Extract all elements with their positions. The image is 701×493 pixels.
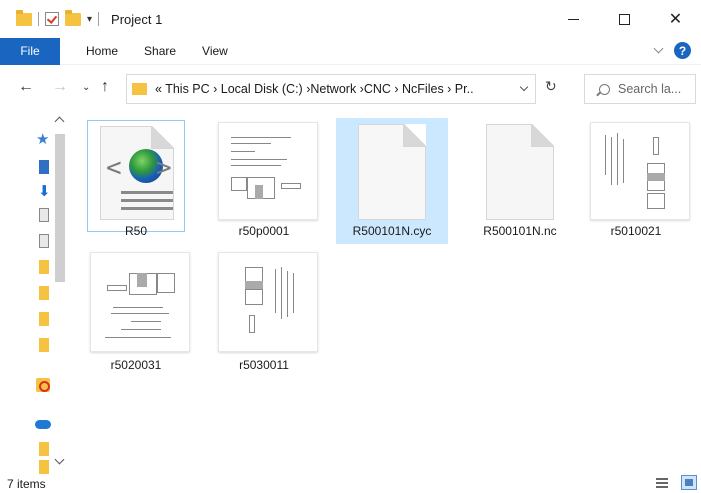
file-name: R500101N.cyc (352, 224, 432, 238)
file-name: r5010021 (610, 224, 662, 238)
recent-locations-icon[interactable]: ⌄ (82, 82, 90, 93)
new-folder-icon[interactable] (65, 9, 81, 26)
forward-arrow-icon[interactable]: → (52, 78, 68, 96)
details-view-icon[interactable] (654, 475, 670, 490)
tab-view[interactable]: View (202, 44, 228, 58)
search-placeholder: Search la... (618, 82, 682, 96)
drawing-thumbnail (218, 252, 318, 352)
window-title: Project 1 (111, 11, 163, 27)
folder-icon[interactable] (39, 460, 49, 474)
window-controls: ✕ (548, 0, 701, 38)
large-icons-view-icon[interactable] (681, 475, 697, 490)
file-name: r50p0001 (238, 224, 290, 238)
customize-dropdown-icon[interactable]: ▾ (87, 14, 92, 25)
refresh-icon[interactable]: ↻ (545, 78, 557, 95)
expand-ribbon-icon[interactable] (653, 43, 664, 54)
minimize-icon (568, 18, 579, 20)
maximize-icon (619, 13, 630, 25)
drawing-thumbnail (90, 252, 190, 352)
chevron-left-icon: < (106, 153, 122, 183)
close-button[interactable]: ✕ (650, 0, 701, 38)
folder-icon (132, 83, 147, 95)
file-item[interactable]: R500101N.nc (464, 112, 576, 242)
scroll-down-icon[interactable] (54, 454, 65, 465)
back-arrow-icon[interactable]: ← (18, 78, 34, 96)
address-dropdown-icon[interactable] (519, 82, 529, 92)
file-name: R500101N.nc (483, 224, 557, 238)
file-name: R50 (124, 224, 147, 238)
onedrive-icon[interactable] (35, 420, 51, 429)
up-arrow-icon[interactable]: ↑ (101, 78, 109, 96)
divider (38, 12, 39, 26)
search-icon (599, 83, 610, 95)
divider (98, 12, 100, 26)
desktop-icon[interactable] (39, 160, 49, 174)
title-bar: ▾ Project 1 ✕ (0, 0, 701, 38)
ribbon: File Home Share View ? (0, 37, 701, 65)
html-file-icon: < > (100, 126, 174, 220)
file-item[interactable]: r5020031 (80, 246, 192, 376)
chevron-right-icon: > (156, 153, 172, 183)
file-item-selected[interactable]: R500101N.cyc (336, 118, 448, 244)
folder-icon[interactable] (39, 286, 49, 300)
file-item[interactable]: < > R50 (80, 112, 192, 242)
blank-file-icon (486, 124, 554, 220)
documents-icon[interactable] (39, 208, 49, 222)
pictures-icon[interactable] (39, 234, 49, 248)
help-icon[interactable]: ? (674, 42, 691, 59)
tab-file[interactable]: File (0, 37, 60, 65)
drawing-thumbnail (218, 122, 318, 220)
blank-file-icon (358, 124, 426, 220)
folder-icon (16, 9, 32, 26)
downloads-icon[interactable]: ⬇ (38, 182, 51, 200)
address-bar[interactable]: « This PC › Local Disk (C:) ›Network ›CN… (126, 74, 536, 104)
file-list: < > R50 r50p0001 R500101N.cyc R500101N.n… (80, 112, 700, 472)
navigation-row: ← → ⌄ ↑ « This PC › Local Disk (C:) ›Net… (0, 72, 701, 104)
close-icon: ✕ (668, 11, 683, 28)
tab-share[interactable]: Share (144, 44, 176, 58)
file-explorer-window: ▾ Project 1 ✕ File Home Share View ? ← →… (0, 0, 701, 493)
file-item[interactable]: r5010021 (580, 112, 692, 242)
navigation-scrollbar[interactable] (52, 112, 68, 470)
ribbon-right: ? (653, 42, 691, 59)
minimize-button[interactable] (548, 0, 599, 38)
scrollbar-thumb[interactable] (55, 134, 65, 282)
file-name: r5020031 (110, 358, 162, 372)
quick-access-toolbar: ▾ (0, 9, 100, 26)
breadcrumb[interactable]: « This PC › Local Disk (C:) ›Network ›CN… (155, 82, 474, 96)
folder-icon[interactable] (39, 260, 49, 274)
folder-icon[interactable] (39, 338, 49, 352)
file-item[interactable]: r5030011 (208, 246, 320, 376)
tab-home[interactable]: Home (86, 44, 118, 58)
folder-icon[interactable] (39, 442, 49, 456)
folder-icon[interactable] (39, 312, 49, 326)
file-item[interactable]: r50p0001 (208, 112, 320, 242)
search-box[interactable]: Search la... (584, 74, 696, 104)
file-name: r5030011 (239, 358, 289, 372)
quick-access-pin-icon[interactable]: ★ (36, 130, 49, 148)
status-bar: 7 items (0, 473, 701, 493)
item-count: 7 items (7, 477, 46, 491)
drawing-thumbnail (590, 122, 690, 220)
properties-icon[interactable] (45, 12, 59, 26)
maximize-button[interactable] (599, 0, 650, 38)
scroll-up-icon[interactable] (54, 116, 65, 127)
creative-cloud-icon[interactable] (36, 378, 50, 392)
